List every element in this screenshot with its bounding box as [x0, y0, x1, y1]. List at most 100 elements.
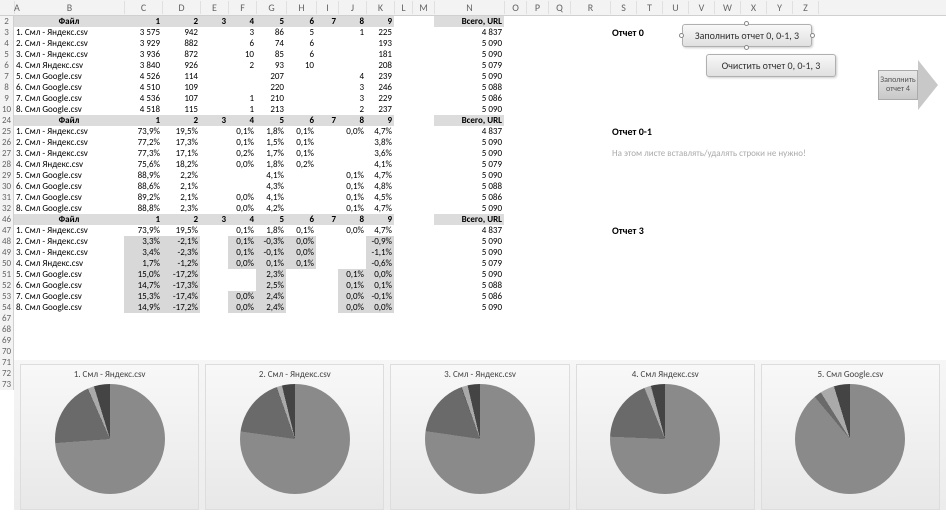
value-cell[interactable]: 107 [162, 93, 200, 104]
value-cell[interactable]: 88,9% [124, 170, 162, 181]
value-cell[interactable]: 10 [228, 49, 256, 60]
value-cell[interactable]: 0,1% [286, 258, 316, 269]
row-header[interactable]: 53 [0, 291, 13, 302]
total-cell[interactable]: 5 090 [434, 247, 504, 258]
value-cell[interactable]: 0,0% [228, 192, 256, 203]
value-cell[interactable]: 2,5% [256, 280, 286, 291]
value-cell[interactable]: 220 [256, 82, 286, 93]
total-cell[interactable]: 4 837 [434, 126, 504, 137]
row-header[interactable]: 30 [0, 181, 13, 192]
row-header[interactable]: 25 [0, 126, 13, 137]
col-X[interactable]: X [741, 1, 767, 14]
value-cell[interactable]: 0,1% [228, 247, 256, 258]
value-cell[interactable]: 942 [162, 27, 200, 38]
value-cell[interactable]: 3 929 [124, 38, 162, 49]
file-cell[interactable]: 3. Смл - Яндекс.csv [14, 247, 124, 258]
col-U[interactable]: U [663, 1, 689, 14]
clear-report-button[interactable]: Очистить отчет 0, 0-1, 3 [706, 54, 836, 77]
value-cell[interactable]: -0,9% [366, 236, 394, 247]
col-N[interactable]: N [435, 1, 505, 14]
value-cell[interactable]: 0,1% [286, 137, 316, 148]
total-cell[interactable]: 5 090 [434, 137, 504, 148]
value-cell[interactable]: 2 [338, 104, 366, 115]
value-cell[interactable]: 3 [228, 27, 256, 38]
value-cell[interactable]: 0,1% [338, 269, 366, 280]
value-cell[interactable]: 4,1% [256, 192, 286, 203]
fill-report-button[interactable]: Заполнить отчет 0, 0-1, 3 [682, 24, 812, 47]
value-cell[interactable]: 0,1% [338, 203, 366, 214]
value-cell[interactable]: 4,7% [366, 203, 394, 214]
value-cell[interactable]: 93 [256, 60, 286, 71]
value-cell[interactable]: 10 [286, 60, 316, 71]
total-cell[interactable]: 5 090 [434, 302, 504, 313]
value-cell[interactable]: 4 536 [124, 93, 162, 104]
file-cell[interactable]: 2. Смл - Яндекс.csv [14, 137, 124, 148]
value-cell[interactable]: 4,8% [366, 181, 394, 192]
value-cell[interactable]: 3 575 [124, 27, 162, 38]
file-cell[interactable]: 4. Смл Яндекс.csv [14, 159, 124, 170]
row-header[interactable]: 9 [0, 93, 13, 104]
value-cell[interactable]: 3,6% [366, 148, 394, 159]
value-cell[interactable]: 926 [162, 60, 200, 71]
row-header[interactable]: 50 [0, 258, 13, 269]
value-cell[interactable]: 73,9% [124, 225, 162, 236]
value-cell[interactable]: 1,7% [256, 148, 286, 159]
value-cell[interactable]: 88,6% [124, 181, 162, 192]
value-cell[interactable]: -17,2% [162, 302, 200, 313]
value-cell[interactable]: 0,2% [228, 148, 256, 159]
value-cell[interactable]: 0,0% [338, 126, 366, 137]
value-cell[interactable]: 3 [338, 82, 366, 93]
row-header[interactable]: 28 [0, 159, 13, 170]
file-cell[interactable]: 4. Смл Яндекс.csv [14, 258, 124, 269]
value-cell[interactable]: 3,4% [124, 247, 162, 258]
row-header[interactable]: 6 [0, 60, 13, 71]
value-cell[interactable]: 0,1% [338, 181, 366, 192]
value-cell[interactable]: 0,0% [228, 159, 256, 170]
value-cell[interactable]: 6 [286, 49, 316, 60]
value-cell[interactable]: 17,3% [162, 137, 200, 148]
value-cell[interactable]: 2,3% [162, 203, 200, 214]
file-cell[interactable]: 5. Смл Google.csv [14, 71, 124, 82]
value-cell[interactable]: 0,0% [366, 302, 394, 313]
total-cell[interactable]: 5 079 [434, 258, 504, 269]
value-cell[interactable]: 77,3% [124, 148, 162, 159]
row-header[interactable]: 7 [0, 71, 13, 82]
value-cell[interactable]: 1,8% [256, 225, 286, 236]
file-cell[interactable]: 7. Смл Google.csv [14, 291, 124, 302]
total-cell[interactable]: 5 090 [434, 104, 504, 115]
file-cell[interactable]: 1. Смл - Яндекс.csv [14, 27, 124, 38]
value-cell[interactable]: 4 [338, 71, 366, 82]
value-cell[interactable]: 1,5% [256, 137, 286, 148]
value-cell[interactable]: -2,1% [162, 236, 200, 247]
row-header[interactable]: 10 [0, 104, 13, 115]
total-cell[interactable]: 5 090 [434, 49, 504, 60]
value-cell[interactable]: 0,2% [286, 159, 316, 170]
value-cell[interactable]: 4,1% [256, 170, 286, 181]
total-cell[interactable]: 4 837 [434, 225, 504, 236]
value-cell[interactable]: 0,0% [286, 247, 316, 258]
file-cell[interactable]: 3. Смл - Яндекс.csv [14, 148, 124, 159]
value-cell[interactable]: -0,6% [366, 258, 394, 269]
col-L[interactable]: L [395, 1, 413, 14]
col-V[interactable]: V [689, 1, 715, 14]
value-cell[interactable]: 89,2% [124, 192, 162, 203]
value-cell[interactable]: 181 [366, 49, 394, 60]
value-cell[interactable]: 4 510 [124, 82, 162, 93]
value-cell[interactable]: 2,1% [162, 192, 200, 203]
col-F[interactable]: F [229, 1, 257, 14]
value-cell[interactable]: 1 [228, 93, 256, 104]
value-cell[interactable]: 0,0% [228, 302, 256, 313]
row-header[interactable]: 4 [0, 38, 13, 49]
row-header[interactable]: 5 [0, 49, 13, 60]
file-cell[interactable]: 6. Смл Google.csv [14, 181, 124, 192]
value-cell[interactable]: 207 [256, 71, 286, 82]
value-cell[interactable]: 0,1% [286, 126, 316, 137]
total-cell[interactable]: 5 090 [434, 38, 504, 49]
total-cell[interactable]: 5 090 [434, 170, 504, 181]
value-cell[interactable]: 86 [256, 27, 286, 38]
value-cell[interactable]: 4,2% [256, 203, 286, 214]
row-header[interactable]: 71 [0, 357, 13, 368]
file-cell[interactable]: 5. Смл Google.csv [14, 269, 124, 280]
value-cell[interactable]: 6 [286, 38, 316, 49]
value-cell[interactable]: 246 [366, 82, 394, 93]
